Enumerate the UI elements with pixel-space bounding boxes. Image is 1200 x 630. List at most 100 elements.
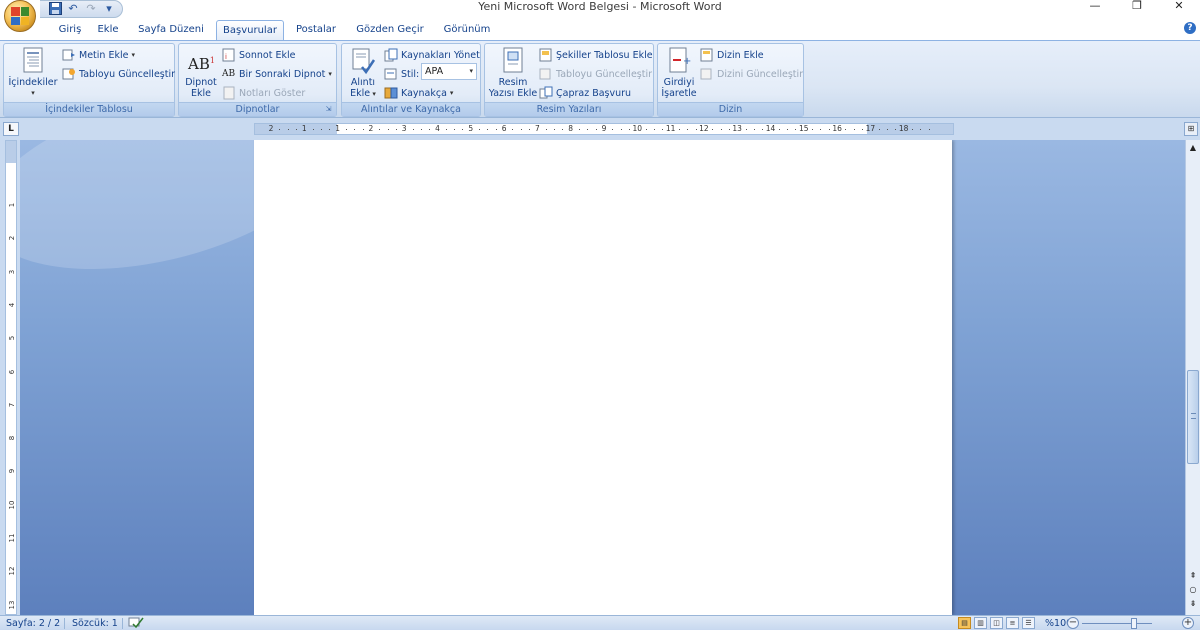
grip-icon — [1191, 413, 1196, 419]
group-citations: Alıntı Ekle ▾ Kaynakları Yönet Stil: Kay… — [341, 43, 481, 117]
insert-citation-button[interactable]: Alıntı Ekle ▾ — [345, 47, 381, 100]
add-text-label: Metin Ekle — [79, 49, 129, 61]
show-notes-button[interactable]: Notları Göster — [222, 85, 305, 101]
tab-home[interactable]: Giriş — [48, 20, 92, 40]
chevron-down-icon: ▾ — [449, 89, 454, 97]
vertical-scrollbar[interactable]: ▲ ⇞ ○ ⇟ — [1185, 140, 1200, 615]
help-icon[interactable]: ? — [1184, 22, 1196, 34]
cross-reference-button[interactable]: Çapraz Başvuru — [539, 85, 631, 101]
scroll-up-icon[interactable]: ▲ — [1187, 142, 1199, 154]
close-button[interactable]: ✕ — [1158, 0, 1200, 14]
ruler-number: 5 — [8, 335, 16, 341]
insert-footnote-label-1: Dipnot — [185, 77, 217, 88]
zoom-in-button[interactable]: + — [1182, 617, 1194, 629]
tab-page-layout[interactable]: Sayfa Düzeni — [134, 20, 208, 40]
zoom-slider-thumb[interactable] — [1131, 618, 1137, 629]
word-count[interactable]: Sözcük: 1 — [72, 616, 118, 630]
style-select[interactable]: APA ▾ — [421, 63, 477, 80]
ruler-number: 13 — [8, 600, 16, 610]
zoom-out-button[interactable]: − — [1067, 617, 1079, 629]
full-screen-reading-icon[interactable]: ▥ — [974, 617, 987, 629]
insert-caption-button[interactable]: Resim Yazısı Ekle — [487, 47, 539, 99]
update-figures-table-button[interactable]: Tabloyu Güncelleştir — [539, 66, 652, 82]
ruler-tick — [778, 129, 780, 130]
tab-insert[interactable]: Ekle — [92, 20, 124, 40]
quick-access-toolbar: ↶ ↷ ▾ — [40, 0, 123, 18]
save-icon[interactable] — [48, 2, 62, 16]
style-icon — [384, 67, 398, 81]
insert-citation-label-1: Alıntı — [350, 77, 376, 88]
update-index-label: Dizini Güncelleştir — [717, 68, 804, 80]
next-footnote-button[interactable]: AB Bir Sonraki Dipnot ▾ — [222, 66, 332, 82]
tab-selector[interactable]: L — [3, 122, 19, 136]
outline-view-icon[interactable]: ≡ — [1006, 617, 1019, 629]
proofing-icon[interactable] — [128, 616, 144, 630]
select-browse-object-icon[interactable]: ○ — [1187, 584, 1199, 596]
ruler-number: 18 — [898, 124, 909, 133]
ruler-tick — [828, 129, 830, 130]
mark-entry-label-1: Girdiyi — [663, 77, 695, 88]
bibliography-icon — [384, 86, 398, 100]
cross-reference-label: Çapraz Başvuru — [556, 87, 632, 99]
ruler-tick — [895, 129, 897, 130]
ruler-tick — [379, 129, 381, 130]
document-page[interactable] — [254, 140, 952, 615]
tab-mailings[interactable]: Postalar — [292, 20, 340, 40]
scroll-thumb[interactable] — [1187, 370, 1199, 464]
insert-endnote-button[interactable]: i Sonnot Ekle — [222, 47, 295, 63]
redo-icon[interactable]: ↷ — [84, 2, 98, 16]
add-text-button[interactable]: Metin Ekle ▾ — [62, 47, 135, 63]
next-page-icon[interactable]: ⇟ — [1187, 598, 1199, 610]
chevron-down-icon: ▾ — [131, 51, 135, 59]
previous-page-icon[interactable]: ⇞ — [1187, 570, 1199, 582]
dialog-launcher-icon[interactable]: ⇲ — [324, 105, 333, 114]
tab-references[interactable]: Başvurular — [216, 20, 284, 40]
ruler-tick — [362, 129, 364, 130]
web-layout-icon[interactable]: ◫ — [990, 617, 1003, 629]
restore-button[interactable]: ❐ — [1116, 0, 1158, 14]
customize-qat-icon[interactable]: ▾ — [102, 2, 116, 16]
ruler-tick — [587, 129, 589, 130]
horizontal-ruler[interactable]: 2 1 1 2 3 4 5 6 7 8 9 10 11 12 13 14 15 16 17 18 — [254, 123, 954, 135]
svg-text:+: + — [683, 56, 691, 67]
print-layout-icon[interactable]: ▤ — [958, 617, 971, 629]
ruler-tick — [695, 129, 697, 130]
vertical-ruler[interactable]: 1 2 3 4 5 6 7 8 9 10 11 12 13 — [5, 140, 17, 615]
update-table-button[interactable]: Tabloyu Güncelleştir — [62, 66, 175, 82]
undo-icon[interactable]: ↶ — [66, 2, 80, 16]
update-figures-icon — [539, 67, 553, 81]
bibliography-button[interactable]: Kaynakça ▾ — [384, 85, 453, 101]
office-button[interactable] — [4, 0, 36, 32]
mark-entry-button[interactable]: + Girdiyi İşaretle — [660, 47, 698, 99]
ruler-tick — [653, 129, 655, 130]
ruler-tick — [678, 129, 680, 130]
update-index-button[interactable]: Dizini Güncelleştir — [700, 66, 803, 82]
manage-sources-button[interactable]: Kaynakları Yönet — [384, 47, 480, 63]
page-count[interactable]: Sayfa: 2 / 2 — [6, 616, 60, 630]
ribbon-tabs: Giriş Ekle Sayfa Düzeni Başvurular Posta… — [0, 18, 1200, 40]
ruler-tick — [720, 129, 722, 130]
ruler-number: 15 — [799, 124, 809, 133]
ruler-number: 3 — [401, 124, 407, 133]
tab-view[interactable]: Görünüm — [440, 20, 494, 40]
ruler-tick — [745, 129, 747, 130]
insert-table-of-figures-button[interactable]: Şekiller Tablosu Ekle — [539, 47, 653, 63]
zoom-slider[interactable] — [1082, 623, 1152, 624]
minimize-button[interactable]: — — [1074, 0, 1116, 14]
top-margin-area — [6, 141, 16, 163]
tab-review[interactable]: Gözden Geçir — [352, 20, 428, 40]
ruler-tick — [912, 129, 914, 130]
ruler-tick — [753, 129, 755, 130]
view-ruler-icon[interactable]: ⊞ — [1184, 122, 1198, 136]
insert-index-button[interactable]: Dizin Ekle — [700, 47, 764, 63]
window-title: Yeni Microsoft Word Belgesi - Microsoft … — [478, 0, 722, 13]
ruler-tick — [712, 129, 714, 130]
office-logo-icon — [11, 7, 29, 25]
draft-view-icon[interactable]: ☰ — [1022, 617, 1035, 629]
insert-table-of-figures-label: Şekiller Tablosu Ekle — [556, 49, 653, 61]
table-of-contents-button[interactable]: İçindekiler ▾ — [7, 47, 59, 99]
ruler-tick — [512, 129, 514, 130]
insert-footnote-button[interactable]: AB1 Dipnot Ekle — [182, 47, 220, 99]
ruler-number: 16 — [832, 124, 842, 133]
insert-index-icon — [700, 48, 714, 62]
